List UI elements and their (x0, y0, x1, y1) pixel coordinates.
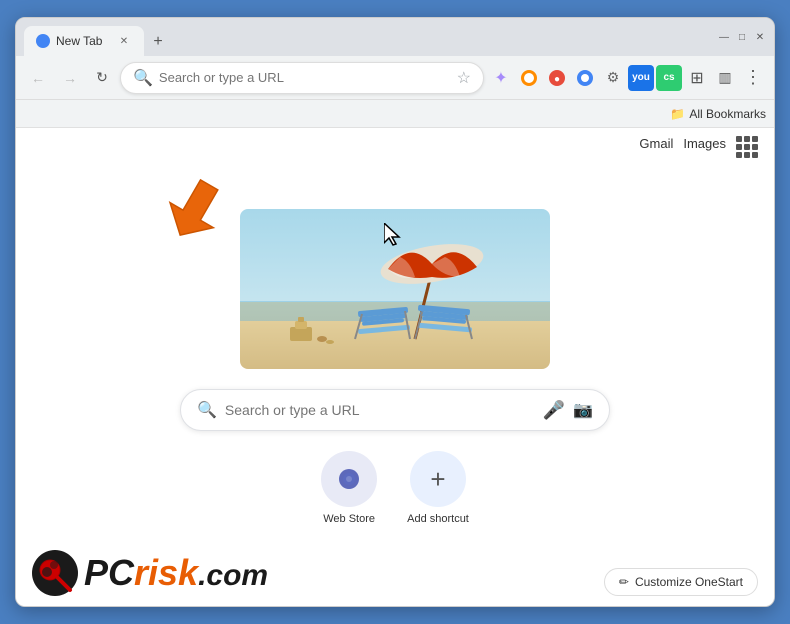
address-search-icon: 🔍 (133, 68, 153, 88)
beach-illustration (240, 209, 550, 369)
pc-text: PC (84, 552, 134, 593)
forward-button[interactable]: → (56, 64, 84, 92)
toolbar: ← → ↻ 🔍 Search or type a URL ☆ ✦ ● ⚙ you… (16, 56, 774, 100)
toolbar-extensions: ✦ ● ⚙ you cs ⊞ ▥ ⋮ (488, 65, 766, 91)
ext-chrome-icon[interactable] (572, 65, 598, 91)
new-tab-button[interactable]: + (144, 28, 172, 56)
active-tab[interactable]: New Tab ✕ (24, 26, 144, 56)
ext-settings-icon[interactable]: ⚙ (600, 65, 626, 91)
pcrisk-logo: PCrisk.com (32, 550, 268, 596)
web-store-shortcut[interactable]: Web Store (321, 451, 377, 525)
customize-label: Customize OneStart (635, 575, 743, 589)
reload-button[interactable]: ↻ (88, 64, 116, 92)
customize-icon: ✏ (619, 575, 629, 589)
tab-favicon (36, 34, 50, 48)
microphone-icon[interactable]: 🎤 (543, 400, 565, 421)
add-shortcut-icon: + (410, 451, 466, 507)
web-store-icon (321, 451, 377, 507)
camera-icon[interactable]: 📷 (573, 400, 593, 420)
beach-items (240, 209, 550, 369)
address-input[interactable]: Search or type a URL (159, 70, 451, 85)
bookmarks-folder-icon: 📁 (670, 107, 685, 121)
back-button[interactable]: ← (24, 64, 52, 92)
bookmark-star-icon[interactable]: ☆ (457, 68, 471, 88)
title-bar: New Tab ✕ + — □ ✕ (16, 18, 774, 56)
ext-sparkle-icon[interactable]: ✦ (488, 65, 514, 91)
tab-label: New Tab (56, 34, 102, 48)
tab-area: New Tab ✕ + (24, 18, 714, 56)
shortcuts-row: Web Store + Add shortcut (321, 451, 469, 525)
ext-circle-icon[interactable] (516, 65, 542, 91)
center-area: 🔍 🎤 📷 Web Store (16, 128, 774, 606)
add-shortcut-item[interactable]: + Add shortcut (407, 451, 469, 525)
bookmarks-label[interactable]: All Bookmarks (689, 107, 766, 121)
svg-text:●: ● (554, 74, 560, 85)
customize-button[interactable]: ✏ Customize OneStart (604, 568, 758, 596)
browser-window: New Tab ✕ + — □ ✕ ← → ↻ 🔍 Search or type… (15, 17, 775, 607)
ext-cs-icon[interactable]: cs (656, 65, 682, 91)
minimize-button[interactable]: — (718, 31, 730, 43)
main-search-input[interactable] (225, 402, 535, 418)
ext-grid-icon[interactable]: ⊞ (684, 65, 710, 91)
ext-red-circle-icon[interactable]: ● (544, 65, 570, 91)
ext-you-icon[interactable]: you (628, 65, 654, 91)
bookmarks-bar: 📁 All Bookmarks (16, 100, 774, 128)
main-search-bar[interactable]: 🔍 🎤 📷 (180, 389, 610, 431)
add-shortcut-label: Add shortcut (407, 513, 469, 525)
maximize-button[interactable]: □ (736, 31, 748, 43)
tab-close-button[interactable]: ✕ (116, 33, 132, 49)
pcrisk-text: PCrisk.com (84, 552, 268, 594)
main-content: Gmail Images (16, 128, 774, 606)
search-bar-icon: 🔍 (197, 400, 217, 420)
com-text: .com (198, 559, 268, 592)
pcrisk-icon (32, 550, 78, 596)
address-bar[interactable]: 🔍 Search or type a URL ☆ (120, 62, 484, 94)
close-button[interactable]: ✕ (754, 31, 766, 43)
risk-text: risk (134, 552, 198, 593)
window-controls: — □ ✕ (718, 31, 766, 43)
web-store-label: Web Store (323, 513, 375, 525)
ext-sidebar-icon[interactable]: ▥ (712, 65, 738, 91)
more-menu-icon[interactable]: ⋮ (740, 65, 766, 91)
